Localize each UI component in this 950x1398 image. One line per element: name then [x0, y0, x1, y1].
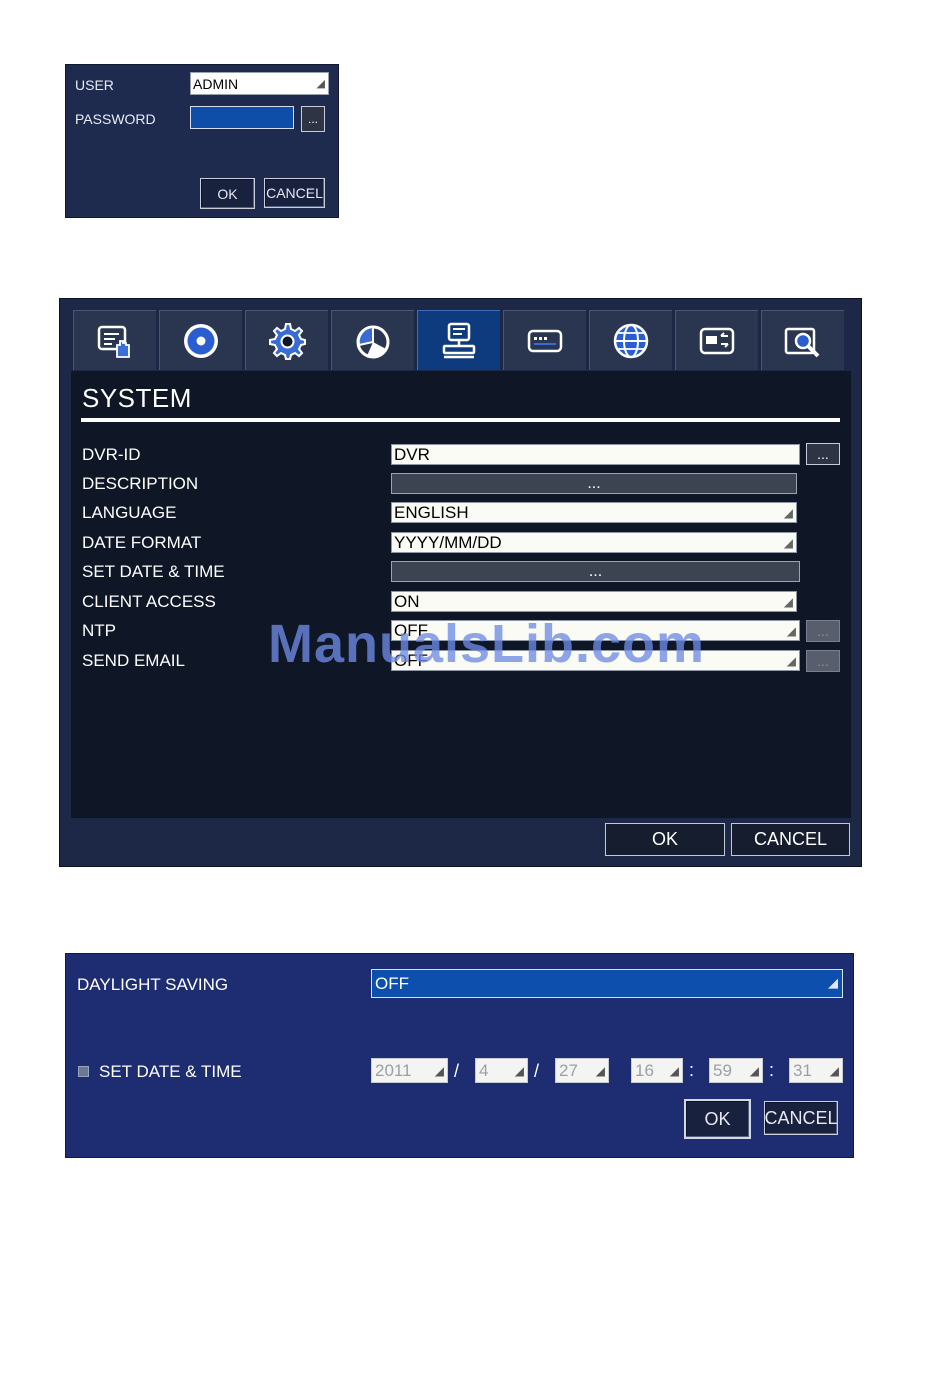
language-select[interactable]: ENGLISH ◢ — [391, 502, 797, 523]
system-computer-icon — [442, 322, 476, 358]
dropdown-arrow-icon: ◢ — [783, 505, 793, 520]
send-email-label: SEND EMAIL — [82, 651, 185, 670]
ntp-label: NTP — [82, 621, 116, 640]
time-separator: : — [769, 1060, 775, 1080]
login-dialog: USER ADMIN ◢ PASSWORD ... OK CANCEL — [65, 64, 339, 218]
tab-search[interactable] — [761, 310, 844, 370]
pie-chart-icon — [356, 325, 390, 358]
minute-spinner[interactable]: 59 ◢ — [709, 1058, 763, 1083]
tab-device[interactable] — [503, 310, 586, 370]
date-time-dialog: DAYLIGHT SAVING OFF ◢ SET DATE & TIME 20… — [65, 953, 854, 1158]
dvr-id-field[interactable]: DVR — [391, 444, 800, 465]
date-time-ok-button[interactable]: OK — [684, 1099, 751, 1139]
ntp-settings-button[interactable]: ... — [806, 620, 840, 642]
title-divider — [81, 418, 840, 422]
second-spinner[interactable]: 31 ◢ — [789, 1058, 843, 1083]
tab-system[interactable] — [417, 310, 500, 370]
system-content: SYSTEM DVR-ID DVR ... DESCRIPTION ... LA… — [71, 371, 851, 818]
keyboard-icon — [527, 329, 563, 352]
language-label: LANGUAGE — [82, 503, 177, 522]
backup-device-icon — [699, 327, 735, 354]
date-separator: / — [534, 1061, 540, 1081]
gear-icon — [269, 322, 306, 360]
date-format-select[interactable]: YYYY/MM/DD ◢ — [391, 532, 797, 553]
spinner-arrow-icon: ◢ — [669, 1063, 679, 1078]
dropdown-arrow-icon: ◢ — [786, 623, 796, 638]
user-label: USER — [75, 77, 114, 93]
dropdown-arrow-icon: ◢ — [783, 535, 793, 550]
system-settings-dialog: SYSTEM DVR-ID DVR ... DESCRIPTION ... LA… — [59, 298, 862, 867]
tab-settings[interactable] — [245, 310, 328, 370]
password-input[interactable] — [190, 106, 294, 129]
system-ok-button[interactable]: OK — [605, 823, 725, 856]
send-email-settings-button[interactable]: ... — [806, 650, 840, 672]
set-date-time-checkbox[interactable] — [78, 1066, 89, 1077]
dvr-id-edit-button[interactable]: ... — [806, 443, 840, 465]
dropdown-arrow-icon: ◢ — [316, 77, 325, 90]
description-label: DESCRIPTION — [82, 474, 199, 493]
user-select[interactable]: ADMIN ◢ — [190, 72, 329, 95]
user-value: ADMIN — [193, 75, 239, 92]
description-button[interactable]: ... — [391, 473, 797, 494]
set-date-time-button[interactable]: ... — [391, 561, 800, 582]
tab-backup[interactable] — [675, 310, 758, 370]
month-spinner[interactable]: 4 ◢ — [475, 1058, 528, 1083]
send-email-select[interactable]: OFF ◢ — [391, 650, 800, 671]
daylight-saving-select[interactable]: OFF ◢ — [371, 969, 843, 998]
dropdown-arrow-icon: ◢ — [828, 976, 838, 991]
page-title: SYSTEM — [82, 383, 192, 413]
globe-icon — [613, 323, 649, 358]
tab-record[interactable] — [159, 310, 242, 370]
tab-display[interactable] — [73, 310, 156, 370]
date-separator: / — [454, 1061, 460, 1081]
spinner-arrow-icon: ◢ — [829, 1063, 839, 1078]
year-spinner[interactable]: 2011 ◢ — [371, 1058, 448, 1083]
spinner-arrow-icon: ◢ — [434, 1063, 444, 1078]
spinner-arrow-icon: ◢ — [595, 1063, 605, 1078]
login-ok-button[interactable]: OK — [200, 178, 255, 209]
date-time-cancel-button[interactable]: CANCEL — [764, 1101, 838, 1135]
display-hand-icon — [97, 325, 130, 358]
dropdown-arrow-icon: ◢ — [786, 653, 796, 668]
login-cancel-button[interactable]: CANCEL — [264, 178, 325, 208]
password-label: PASSWORD — [75, 111, 156, 127]
system-cancel-button[interactable]: CANCEL — [731, 823, 850, 856]
hour-spinner[interactable]: 16 ◢ — [631, 1058, 683, 1083]
dropdown-arrow-icon: ◢ — [783, 594, 793, 609]
tab-network[interactable] — [589, 310, 672, 370]
day-spinner[interactable]: 27 ◢ — [555, 1058, 609, 1083]
client-access-select[interactable]: ON ◢ — [391, 591, 797, 612]
record-disc-icon — [184, 323, 218, 358]
search-icon — [784, 327, 820, 357]
spinner-arrow-icon: ◢ — [749, 1063, 759, 1078]
ntp-select[interactable]: OFF ◢ — [391, 620, 800, 641]
set-date-time-label: SET DATE & TIME — [82, 562, 225, 581]
client-access-label: CLIENT ACCESS — [82, 592, 216, 611]
date-format-label: DATE FORMAT — [82, 533, 202, 552]
spinner-arrow-icon: ◢ — [514, 1063, 524, 1078]
set-date-time-label: SET DATE & TIME — [99, 1062, 242, 1081]
password-keyboard-button[interactable]: ... — [301, 106, 325, 132]
daylight-saving-label: DAYLIGHT SAVING — [77, 975, 229, 994]
tab-status[interactable] — [331, 310, 414, 370]
dvr-id-label: DVR-ID — [82, 445, 141, 464]
time-separator: : — [689, 1060, 695, 1080]
